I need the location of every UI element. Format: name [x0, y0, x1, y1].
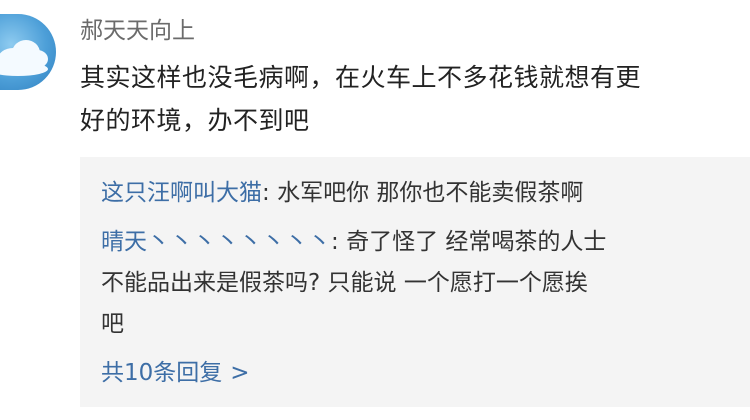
view-more-replies-link[interactable]: 共10条回复 > [101, 353, 250, 394]
reply-text-line: 吧 [101, 311, 124, 337]
reply-text-line: 不能品出来是假茶吗? 只能说 一个愿打一个愿挨 [101, 270, 588, 296]
more-replies-label: 共10条回复 [101, 360, 223, 386]
chevron-right-icon: > [230, 360, 250, 386]
comment-text-line: 好的环境，办不到吧 [80, 106, 310, 135]
reply-author[interactable]: 这只汪啊叫大猫 [101, 180, 262, 206]
reply-item: 这只汪啊叫大猫: 水军吧你 那你也不能卖假茶啊 [101, 173, 583, 214]
reply-text: 奇了怪了 经常喝茶的人士 [346, 229, 607, 255]
comment-item: 郝天天向上 其实这样也没毛病啊，在火车上不多花钱就想有更 好的环境，办不到吧 这… [0, 0, 750, 420]
reply-item: 晴天丶丶丶丶丶丶丶丶: 奇了怪了 经常喝茶的人士 [101, 222, 606, 263]
comment-text-line: 其实这样也没毛病啊，在火车上不多花钱就想有更 [80, 63, 642, 92]
reply-separator: : [331, 229, 347, 255]
reply-text: 水军吧你 那你也不能卖假茶啊 [277, 180, 584, 206]
reply-preview-box[interactable]: 这只汪啊叫大猫: 水军吧你 那你也不能卖假茶啊 晴天丶丶丶丶丶丶丶丶: 奇了怪了… [80, 157, 750, 407]
reply-author[interactable]: 晴天丶丶丶丶丶丶丶丶 [101, 229, 331, 255]
avatar[interactable] [0, 14, 56, 90]
comment-text: 其实这样也没毛病啊，在火车上不多花钱就想有更 好的环境，办不到吧 [80, 56, 742, 142]
reply-separator: : [262, 180, 278, 206]
username[interactable]: 郝天天向上 [80, 14, 195, 48]
